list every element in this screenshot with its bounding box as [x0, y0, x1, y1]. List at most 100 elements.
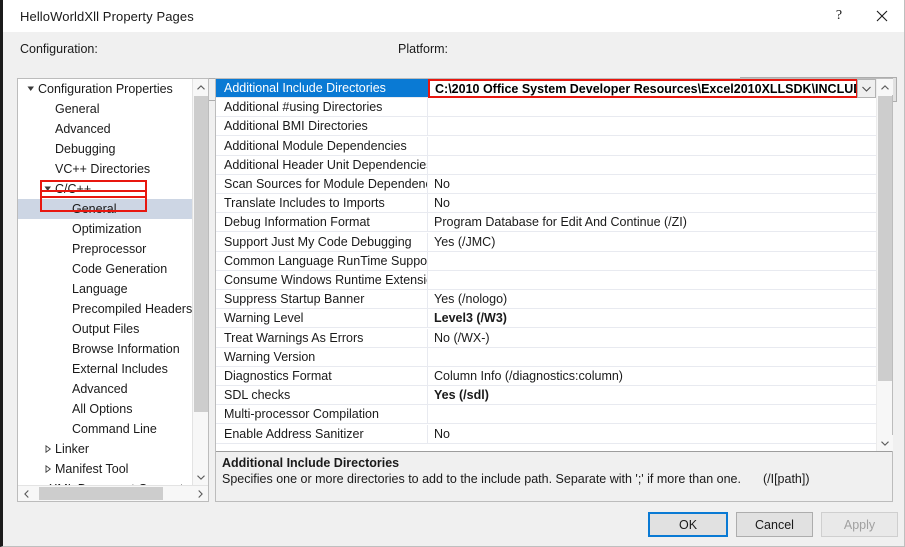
property-row[interactable]: Additional #using Directories [216, 98, 892, 117]
tree-item-label: Code Generation [72, 262, 167, 276]
property-row[interactable]: Treat Warnings As ErrorsNo (/WX-) [216, 329, 892, 348]
property-value [428, 271, 892, 289]
property-value [428, 348, 892, 366]
close-button[interactable] [860, 0, 904, 32]
property-row[interactable]: Additional Module Dependencies [216, 137, 892, 156]
tree-item[interactable]: Language [18, 279, 193, 299]
property-value: Yes (/nologo) [428, 290, 892, 308]
tree-item[interactable]: Optimization [18, 219, 193, 239]
property-name: Additional Include Directories [216, 79, 428, 97]
tree-item[interactable]: Manifest Tool [18, 459, 193, 479]
scroll-left-icon[interactable] [18, 486, 34, 502]
property-row[interactable]: Common Language RunTime Support [216, 252, 892, 271]
property-row[interactable]: Additional BMI Directories [216, 117, 892, 136]
property-row[interactable]: Additional Header Unit Dependencies [216, 156, 892, 175]
ok-button[interactable]: OK [648, 512, 728, 537]
tree-item[interactable]: C/C++ [18, 179, 193, 199]
tree-item[interactable]: VC++ Directories [18, 159, 193, 179]
property-description-panel: Additional Include Directories Specifies… [216, 451, 892, 501]
tree-item[interactable]: Command Line [18, 419, 193, 439]
grid-scroll-thumb[interactable] [878, 96, 892, 381]
configuration-toolbar: Configuration: Active(Debug) Platform: x… [3, 32, 904, 68]
twisty-expanded-icon[interactable] [24, 85, 38, 93]
property-grid-rows: Additional Include DirectoriesC:\2010 Of… [216, 79, 892, 451]
property-pages-dialog: HelloWorldXll Property Pages ? Configura… [0, 0, 905, 547]
grid-vertical-scrollbar[interactable] [876, 79, 892, 451]
tree-item-label: External Includes [72, 362, 168, 376]
property-value: Program Database for Edit And Continue (… [428, 213, 892, 231]
tree-item[interactable]: Configuration Properties [18, 79, 193, 99]
tree-horizontal-scrollbar[interactable] [18, 485, 208, 501]
tree-hscroll-thumb[interactable] [39, 487, 163, 500]
property-value [428, 252, 892, 270]
tree-item[interactable]: General [18, 99, 193, 119]
property-row[interactable]: Warning Version [216, 348, 892, 367]
property-row[interactable]: Warning LevelLevel3 (/W3) [216, 309, 892, 328]
property-row[interactable]: Debug Information FormatProgram Database… [216, 213, 892, 232]
tree-vertical-scrollbar[interactable] [192, 79, 208, 485]
property-name: Consume Windows Runtime Extension [216, 271, 428, 289]
cancel-button[interactable]: Cancel [736, 512, 813, 537]
property-name: Support Just My Code Debugging [216, 233, 428, 251]
tree-item[interactable]: Preprocessor [18, 239, 193, 259]
property-value: No [428, 425, 892, 443]
property-value [428, 117, 892, 135]
tree-item[interactable]: Output Files [18, 319, 193, 339]
property-name: Warning Version [216, 348, 428, 366]
scroll-down-icon[interactable] [193, 469, 209, 485]
tree-item[interactable]: Code Generation [18, 259, 193, 279]
configuration-tree-panel: Configuration PropertiesGeneralAdvancedD… [17, 78, 209, 502]
twisty-expanded-icon[interactable] [41, 185, 55, 193]
property-row[interactable]: SDL checksYes (/sdl) [216, 386, 892, 405]
property-value: No [428, 175, 892, 193]
property-row[interactable]: Translate Includes to ImportsNo [216, 194, 892, 213]
twisty-collapsed-icon[interactable] [41, 445, 55, 453]
property-name: Enable Address Sanitizer [216, 425, 428, 443]
title-bar: HelloWorldXll Property Pages ? [3, 0, 904, 32]
tree-item-label: Debugging [55, 142, 115, 156]
property-row[interactable]: Additional Include DirectoriesC:\2010 Of… [216, 79, 892, 98]
tree-item[interactable]: All Options [18, 399, 193, 419]
property-row[interactable]: Suppress Startup BannerYes (/nologo) [216, 290, 892, 309]
property-value [428, 137, 892, 155]
property-row[interactable]: Multi-processor Compilation [216, 405, 892, 424]
scroll-right-icon[interactable] [192, 486, 208, 502]
tree-item-label: C/C++ [55, 182, 91, 196]
property-row[interactable]: Diagnostics FormatColumn Info (/diagnost… [216, 367, 892, 386]
tree-item-label: Advanced [55, 122, 111, 136]
property-value-editor[interactable]: C:\2010 Office System Developer Resource… [428, 79, 876, 98]
property-row[interactable]: Consume Windows Runtime Extension [216, 271, 892, 290]
platform-label: Platform: [398, 42, 448, 56]
property-value: Column Info (/diagnostics:column) [428, 367, 892, 385]
additional-include-directories-input[interactable]: C:\2010 Office System Developer Resource… [428, 79, 858, 98]
property-name: Treat Warnings As Errors [216, 329, 428, 347]
tree-item-label: General [72, 202, 116, 216]
tree-item[interactable]: Advanced [18, 379, 193, 399]
tree-item[interactable]: Advanced [18, 119, 193, 139]
tree-item-label: Output Files [72, 322, 139, 336]
tree-item[interactable]: Browse Information [18, 339, 193, 359]
property-row[interactable]: Support Just My Code DebuggingYes (/JMC) [216, 233, 892, 252]
configuration-tree[interactable]: Configuration PropertiesGeneralAdvancedD… [18, 79, 193, 485]
scroll-up-icon[interactable] [877, 79, 893, 95]
tree-item[interactable]: General [18, 199, 193, 219]
help-button[interactable]: ? [818, 0, 860, 32]
property-row[interactable]: Scan Sources for Module DependenciesNo [216, 175, 892, 194]
tree-item[interactable]: Linker [18, 439, 193, 459]
property-name: Common Language RunTime Support [216, 252, 428, 270]
tree-item-label: Optimization [72, 222, 141, 236]
tree-item[interactable]: External Includes [18, 359, 193, 379]
scroll-up-icon[interactable] [193, 79, 209, 95]
tree-item-label: VC++ Directories [55, 162, 150, 176]
tree-item[interactable]: Debugging [18, 139, 193, 159]
twisty-collapsed-icon[interactable] [41, 465, 55, 473]
close-icon [876, 10, 888, 22]
scroll-down-icon[interactable] [877, 435, 893, 451]
tree-scroll-thumb[interactable] [194, 96, 208, 412]
property-row[interactable]: Enable Address SanitizerNo [216, 425, 892, 444]
value-dropdown-button[interactable] [857, 79, 876, 98]
tree-item[interactable]: Precompiled Headers [18, 299, 193, 319]
apply-button[interactable]: Apply [821, 512, 898, 537]
tree-item-label: Advanced [72, 382, 128, 396]
property-value [428, 98, 892, 116]
